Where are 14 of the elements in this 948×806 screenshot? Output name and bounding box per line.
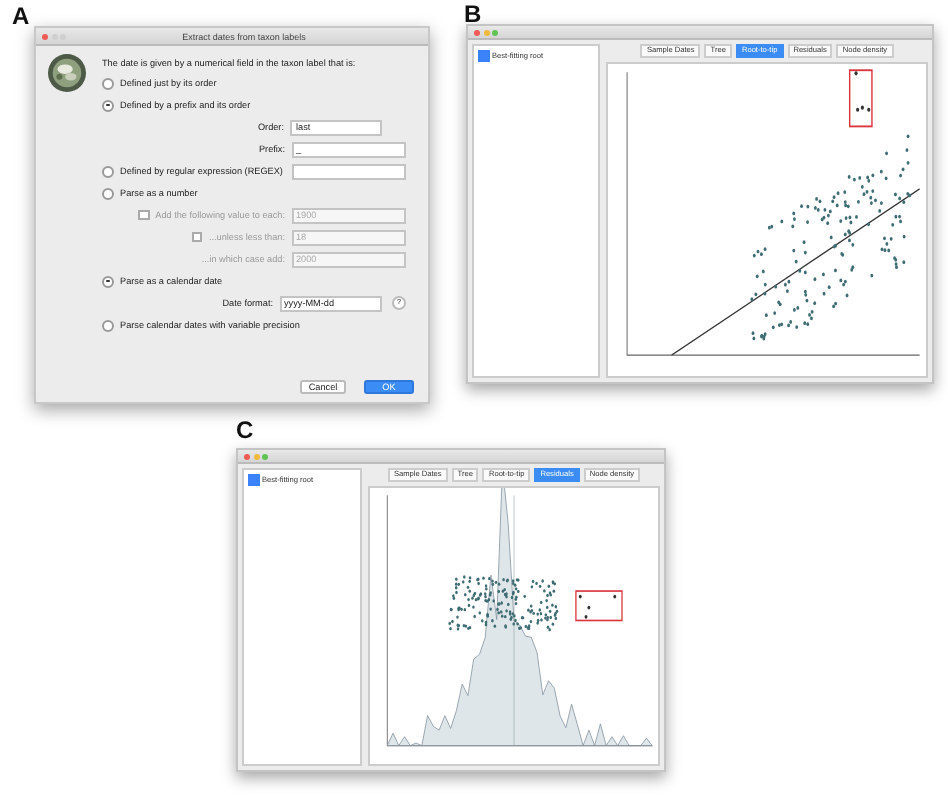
radio-button[interactable] (102, 99, 114, 111)
panel-label: B (464, 2, 482, 26)
panel-label: A (12, 4, 30, 28)
radio-button[interactable] (102, 165, 114, 177)
radio-button[interactable] (102, 319, 114, 331)
checkbox[interactable] (478, 50, 489, 61)
radio-button[interactable] (102, 77, 114, 89)
radio-button[interactable] (102, 187, 114, 199)
panel-label: C (236, 418, 254, 442)
window-controls-icon[interactable] (474, 29, 498, 35)
input-field[interactable] (291, 163, 406, 179)
window-controls-icon[interactable] (244, 453, 268, 459)
checkbox[interactable] (248, 474, 259, 485)
radio-button[interactable] (102, 275, 114, 287)
